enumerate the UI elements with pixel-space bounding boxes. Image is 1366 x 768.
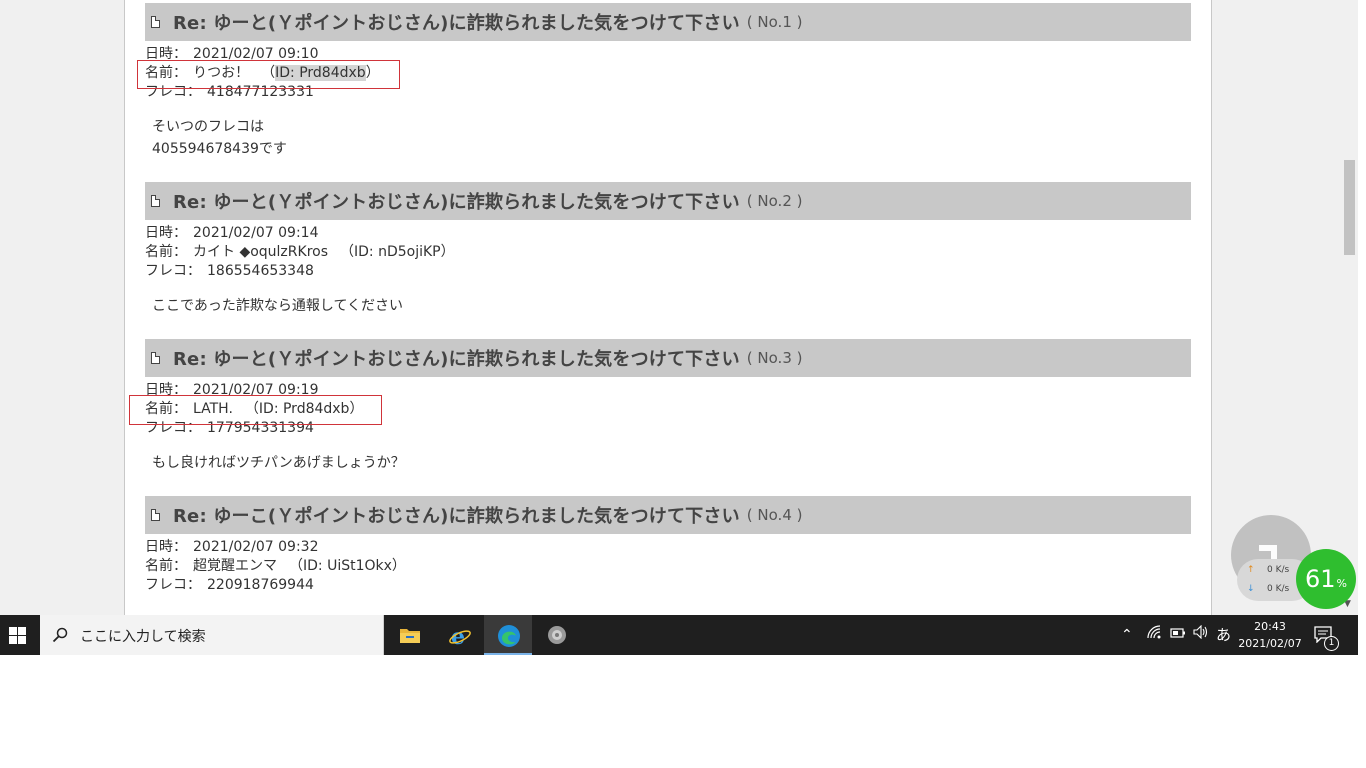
poster-name: カイト ◆oqulzRKros <box>193 244 328 260</box>
download-arrow-icon: ↓ <box>1247 584 1255 594</box>
notification-count-badge: 1 <box>1324 636 1339 651</box>
post-name-line: 名前： カイト ◆oqulzRKros （ID: nD5ojiKP） <box>145 243 455 262</box>
show-hidden-icons-chevron-icon[interactable]: ⌃ <box>1121 625 1133 645</box>
windows-logo-icon <box>9 627 26 644</box>
taskbar-search-box[interactable]: ここに入力して検索 <box>40 615 384 655</box>
document-icon <box>151 195 160 207</box>
post-title[interactable]: Re: ゆーと(Ｙポイントおじさん)に詐欺られました気をつけて下さい <box>173 188 740 214</box>
post-date-line: 日時： 2021/02/07 09:14 <box>145 224 319 243</box>
post-header: Re: ゆーこ(Ｙポイントおじさん)に詐欺られました気をつけて下さい ( No.… <box>145 496 1191 534</box>
upload-rate: ↑ 0 K/s <box>1247 565 1290 575</box>
download-rate: ↓ 0 K/s <box>1247 584 1290 594</box>
volume-icon[interactable] <box>1193 624 1209 645</box>
browser-viewport: Re: ゆーと(Ｙポイントおじさん)に詐欺られました気をつけて下さい ( No.… <box>0 0 1366 615</box>
post-header: Re: ゆーと(Ｙポイントおじさん)に詐欺られました気をつけて下さい ( No.… <box>145 182 1191 220</box>
post-number: ( No.4 ) <box>746 506 803 524</box>
forum-page: Re: ゆーと(Ｙポイントおじさん)に詐欺られました気をつけて下さい ( No.… <box>124 0 1212 615</box>
post-name-line: 名前： 超覚醒エンマ （ID: UiSt1Okx） <box>145 557 406 576</box>
post-title[interactable]: Re: ゆーと(Ｙポイントおじさん)に詐欺られました気をつけて下さい <box>173 345 740 371</box>
scrollbar-track[interactable] <box>1342 0 1358 615</box>
friendcode-label: フレコ： <box>145 577 201 593</box>
document-icon <box>151 509 160 521</box>
scrollbar-thumb[interactable] <box>1344 160 1355 255</box>
file-explorer-icon <box>400 629 420 643</box>
cpu-usage-indicator[interactable]: 61% <box>1296 549 1356 609</box>
friendcode-label: フレコ： <box>145 263 201 279</box>
post-title[interactable]: Re: ゆーこ(Ｙポイントおじさん)に詐欺られました気をつけて下さい <box>173 502 740 528</box>
battery-icon[interactable] <box>1170 625 1186 645</box>
post-body-line: 405594678439です <box>152 141 287 157</box>
post-title[interactable]: Re: ゆーと(Ｙポイントおじさん)に詐欺られました気をつけて下さい <box>173 9 740 35</box>
post-friendcode-line: フレコ： 186554653348 <box>145 262 314 281</box>
post-date: 2021/02/07 09:14 <box>193 225 319 241</box>
taskbar-internet-explorer[interactable]: e <box>435 615 483 655</box>
post-body-line: もし良ければツチパンあげましょうか？ <box>152 455 405 471</box>
post-date: 2021/02/07 09:32 <box>193 539 319 555</box>
taskbar-file-explorer[interactable] <box>386 615 434 655</box>
post-body-line: そいつのフレコは <box>152 119 264 135</box>
start-button[interactable] <box>0 615 38 655</box>
taskbar-speaker-app[interactable] <box>533 615 581 655</box>
post-number: ( No.3 ) <box>746 349 803 367</box>
taskbar-edge[interactable] <box>484 615 532 655</box>
ime-indicator[interactable]: あ <box>1216 625 1231 645</box>
edge-icon <box>498 625 520 647</box>
post-header: Re: ゆーと(Ｙポイントおじさん)に詐欺られました気をつけて下さい ( No.… <box>145 3 1191 41</box>
search-placeholder: ここに入力して検索 <box>80 629 206 645</box>
post-body-line: ここであった詐欺なら通報してください <box>152 298 404 314</box>
date-label: 日時： <box>145 225 187 241</box>
name-label: 名前： <box>145 244 187 260</box>
highlight-box-post-1 <box>137 60 400 89</box>
friendcode: 220918769944 <box>207 577 314 593</box>
post-header: Re: ゆーと(Ｙポイントおじさん)に詐欺られました気をつけて下さい ( No.… <box>145 339 1191 377</box>
highlight-box-post-3 <box>129 395 382 425</box>
clock-date: 2021/02/07 <box>1238 637 1302 650</box>
network-icon[interactable] <box>1147 625 1161 645</box>
post-date-line: 日時： 2021/02/07 09:32 <box>145 538 319 557</box>
document-icon <box>151 16 160 28</box>
post-number: ( No.2 ) <box>746 192 803 210</box>
name-label: 名前： <box>145 558 187 574</box>
date-label: 日時： <box>145 539 187 555</box>
post-number: ( No.1 ) <box>746 13 803 31</box>
upload-arrow-icon: ↑ <box>1247 565 1255 575</box>
search-icon <box>52 627 68 643</box>
post-friendcode-line: フレコ： 220918769944 <box>145 576 314 595</box>
clock-time: 20:43 <box>1254 620 1286 633</box>
screen-edge <box>1358 0 1366 655</box>
poster-id: （ID: UiSt1Okx） <box>289 558 406 574</box>
internet-explorer-icon: e <box>449 624 471 648</box>
poster-id: （ID: nD5ojiKP） <box>340 244 455 260</box>
speaker-app-icon <box>548 626 566 644</box>
taskbar: ここに入力して検索 e ⌃ あ 20:43 2021/02/07 1 <box>0 615 1358 655</box>
friendcode: 186554653348 <box>207 263 314 279</box>
document-icon <box>151 352 160 364</box>
poster-name: 超覚醒エンマ <box>193 558 277 574</box>
taskbar-clock[interactable]: 20:43 2021/02/07 <box>1236 618 1304 652</box>
